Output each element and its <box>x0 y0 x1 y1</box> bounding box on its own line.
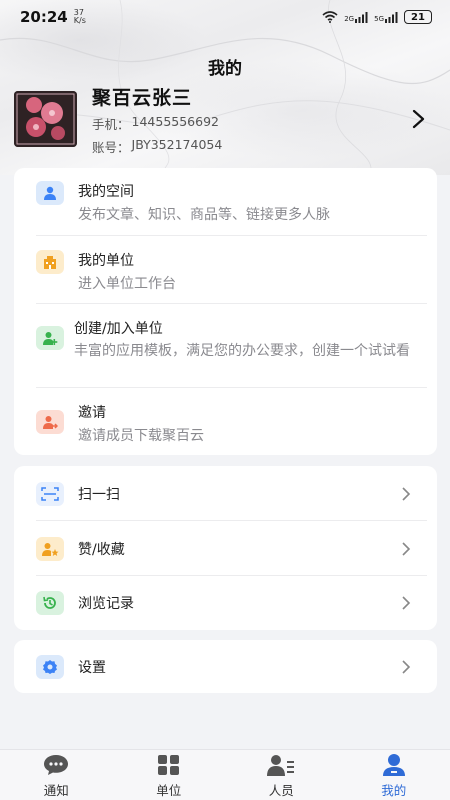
contacts-icon <box>267 755 295 776</box>
status-bar: 20:24 37 K/s 2G 5G 21 <box>0 0 450 34</box>
tab-people[interactable]: 人员 <box>225 750 338 800</box>
person-icon <box>36 181 64 205</box>
chat-icon <box>44 755 69 775</box>
user-name: 聚百云张三 <box>92 86 193 109</box>
menu-item-subtitle: 进入单位工作台 <box>78 276 176 292</box>
avatar-flower-image <box>14 91 77 147</box>
menu-item-invite[interactable]: 邀请 邀请成员下载聚百云 <box>14 388 437 455</box>
chevron-right-icon <box>402 541 411 556</box>
profile-icon <box>382 754 405 776</box>
grid-icon <box>157 755 179 775</box>
building-icon <box>36 250 64 274</box>
battery-indicator: 21 <box>404 10 432 24</box>
menu-item-title: 我的单位 <box>78 253 134 269</box>
page-title: 我的 <box>208 59 242 79</box>
tab-units[interactable]: 单位 <box>113 750 226 800</box>
status-time: 20:24 <box>20 8 68 26</box>
signal-bars-icon <box>385 11 398 23</box>
menu-item-title: 我的空间 <box>78 184 134 200</box>
star-person-icon <box>36 536 64 561</box>
menu-item-likes-favorites[interactable]: 赞/收藏 <box>14 521 437 576</box>
invite-icon <box>36 410 64 434</box>
main-menu-card: 我的空间 发布文章、知识、商品等、链接更多人脉 我的单位 进入单位工作台 创建/… <box>14 168 437 455</box>
menu-item-title: 邀请 <box>78 405 106 421</box>
tab-label: 我的 <box>381 783 407 798</box>
menu-item-subtitle: 丰富的应用模板，满足您的办公要求，创建一个试试看 <box>74 343 410 359</box>
tab-label: 人员 <box>268 783 294 798</box>
menu-item-title: 赞/收藏 <box>78 541 125 558</box>
chevron-right-icon <box>402 596 411 610</box>
status-icons: 2G 5G 21 <box>322 10 432 24</box>
menu-item-my-space[interactable]: 我的空间 发布文章、知识、商品等、链接更多人脉 <box>14 168 437 236</box>
menu-item-subtitle: 邀请成员下载聚百云 <box>78 428 204 444</box>
menu-item-title: 扫一扫 <box>78 486 120 503</box>
menu-item-title: 创建/加入单位 <box>74 321 163 337</box>
network-speed: 37 K/s <box>74 9 86 25</box>
menu-item-title: 设置 <box>78 659 106 676</box>
menu-item-subtitle: 发布文章、知识、商品等、链接更多人脉 <box>78 207 330 223</box>
profile-header[interactable]: 聚百云张三 手机： 14455556692 账号： JBY352174054 <box>14 87 436 155</box>
menu-item-title: 浏览记录 <box>78 596 134 612</box>
tab-label: 通知 <box>43 783 69 798</box>
signal-bars-icon <box>355 11 368 23</box>
history-icon <box>36 591 64 615</box>
chevron-right-icon <box>402 486 411 501</box>
chevron-right-icon <box>402 659 411 674</box>
menu-item-my-unit[interactable]: 我的单位 进入单位工作台 <box>14 236 437 304</box>
chevron-right-icon[interactable] <box>408 108 428 130</box>
account-value: JBY352174054 <box>131 136 223 152</box>
account-label: 账号： <box>92 139 130 155</box>
avatar[interactable] <box>14 91 77 147</box>
signal-5g: 5G <box>374 11 398 23</box>
menu-item-settings[interactable]: 设置 <box>14 640 437 693</box>
signal-2g: 2G <box>344 11 368 23</box>
scan-icon <box>36 481 64 506</box>
menu-item-create-join-unit[interactable]: 创建/加入单位 丰富的应用模板，满足您的办公要求，创建一个试试看 <box>14 304 437 388</box>
settings-card: 设置 <box>14 640 437 693</box>
phone-value: 14455556692 <box>131 113 219 129</box>
tab-label: 单位 <box>156 783 182 798</box>
phone-row: 手机： 14455556692 <box>92 114 408 133</box>
menu-item-scan[interactable]: 扫一扫 <box>14 466 437 521</box>
account-row: 账号： JBY352174054 <box>92 137 408 156</box>
menu-item-history[interactable]: 浏览记录 <box>14 576 437 630</box>
wifi-icon <box>322 11 338 23</box>
gear-icon <box>36 654 64 679</box>
add-person-icon <box>36 326 64 350</box>
phone-label: 手机： <box>92 116 130 132</box>
tab-mine[interactable]: 我的 <box>338 750 450 800</box>
bottom-tab-bar: 通知 单位 人员 我的 <box>0 749 450 800</box>
network-speed-unit: K/s <box>73 16 86 25</box>
tools-menu-card: 扫一扫 赞/收藏 浏览记录 <box>14 466 437 630</box>
tab-notifications[interactable]: 通知 <box>0 750 113 800</box>
